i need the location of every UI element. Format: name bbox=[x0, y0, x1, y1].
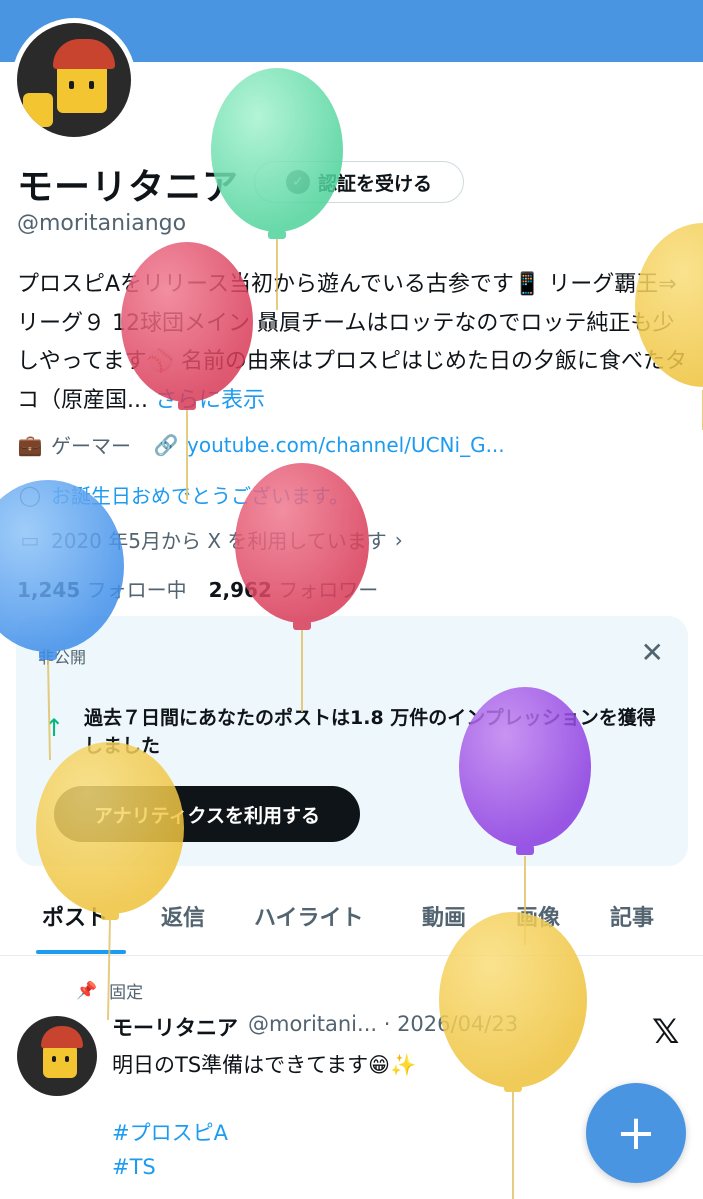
post-header: モーリタニア @moritani... · 2026/04/23 bbox=[112, 1012, 518, 1042]
follow-stats: 1,245 フォロー中 2,962 フォロワー bbox=[17, 574, 378, 603]
link-icon: 🔗 bbox=[153, 432, 179, 457]
verified-check-icon: ✓ bbox=[285, 170, 310, 194]
post-avatar[interactable] bbox=[17, 1016, 97, 1096]
category-label: ゲーマー bbox=[51, 434, 131, 458]
followers-label: フォロワー bbox=[278, 578, 379, 602]
pin-icon: 📌 bbox=[76, 980, 98, 1001]
bio-text: プロスピAをリリース当初から遊んでいる古参です📱 リーグ覇王⇒リーグ９ 12球団… bbox=[17, 272, 687, 413]
profile-handle: @moritaniango bbox=[17, 211, 187, 236]
active-tab-indicator bbox=[36, 950, 126, 954]
tab-highlights[interactable]: ハイライト bbox=[254, 900, 364, 932]
profile-meta-row: 💼 ゲーマー 🔗 youtube.com/channel/UCNi_G... bbox=[17, 430, 505, 459]
birthday-message: お誕生日おめでとうございます。 bbox=[51, 484, 349, 508]
post-author[interactable]: モーリタニア bbox=[112, 1012, 238, 1042]
plus-icon: + bbox=[615, 1105, 657, 1161]
compose-post-button[interactable]: + bbox=[586, 1083, 686, 1183]
followers-stat[interactable]: 2,962 フォロワー bbox=[209, 574, 379, 603]
impressions-text: 過去７日間にあなたのポストは1.8 万件のインプレッションを獲得しました bbox=[84, 707, 656, 757]
profile-avatar[interactable] bbox=[12, 18, 136, 142]
post-body[interactable]: 明日のTS準備はできてます😁✨ #プロスピA #TS bbox=[112, 1048, 416, 1184]
get-verified-button[interactable]: ✓ 認証を受ける bbox=[254, 161, 464, 203]
private-tag: 非公開 bbox=[38, 648, 87, 667]
tab-images[interactable]: 画像 bbox=[516, 900, 560, 932]
tab-videos[interactable]: 動画 bbox=[422, 900, 466, 932]
following-label: フォロー中 bbox=[86, 578, 187, 602]
post-handle-date: @moritani... · 2026/04/23 bbox=[248, 1012, 519, 1036]
verify-label: 認証を受ける bbox=[317, 172, 432, 195]
following-stat[interactable]: 1,245 フォロー中 bbox=[17, 574, 187, 603]
pinned-text: 固定 bbox=[109, 983, 144, 1003]
following-count: 1,245 bbox=[17, 578, 81, 602]
joined-row[interactable]: ▭ 2020 年5月から X を利用しています › bbox=[17, 525, 403, 554]
show-more-link[interactable]: さらに表示 bbox=[155, 388, 265, 413]
close-icon[interactable]: ✕ bbox=[641, 636, 664, 669]
tab-posts[interactable]: ポスト bbox=[42, 900, 108, 932]
tab-articles[interactable]: 記事 bbox=[610, 900, 654, 932]
hashtag-link[interactable]: #プロスピA bbox=[112, 1116, 416, 1150]
x-logo-icon: 𝕏 bbox=[652, 1012, 680, 1052]
pinned-label: 📌 固定 bbox=[76, 978, 144, 1004]
chevron-right-icon: › bbox=[394, 527, 403, 552]
followers-count: 2,962 bbox=[208, 578, 272, 602]
tab-replies[interactable]: 返信 bbox=[161, 900, 205, 932]
briefcase-icon: 💼 bbox=[17, 432, 43, 457]
profile-name: モーリタニア bbox=[17, 167, 240, 208]
joined-text: 2020 年5月から X を利用しています bbox=[51, 529, 387, 553]
profile-link[interactable]: youtube.com/channel/UCNi_G... bbox=[187, 433, 505, 457]
profile-bio: プロスピAをリリース当初から遊んでいる古参です📱 リーグ覇王⇒リーグ９ 12球団… bbox=[17, 266, 687, 420]
profile-tabs: ポスト 返信 ハイライト 動画 画像 記事 bbox=[0, 890, 703, 956]
balloon-icon: ◯ bbox=[18, 482, 42, 507]
post-text: 明日のTS準備はできてます😁✨ bbox=[112, 1053, 417, 1077]
hashtag-link[interactable]: #TS bbox=[112, 1150, 416, 1184]
arrow-up-icon: ↑ bbox=[44, 714, 65, 742]
use-analytics-button[interactable]: アナリティクスを利用する bbox=[54, 786, 360, 842]
calendar-icon: ▭ bbox=[20, 527, 40, 552]
analytics-card: 非公開 ✕ ↑ 過去７日間にあなたのポストは1.8 万件のインプレッションを獲得… bbox=[16, 616, 688, 866]
birthday-row: ◯ お誕生日おめでとうございます。 bbox=[17, 480, 349, 509]
